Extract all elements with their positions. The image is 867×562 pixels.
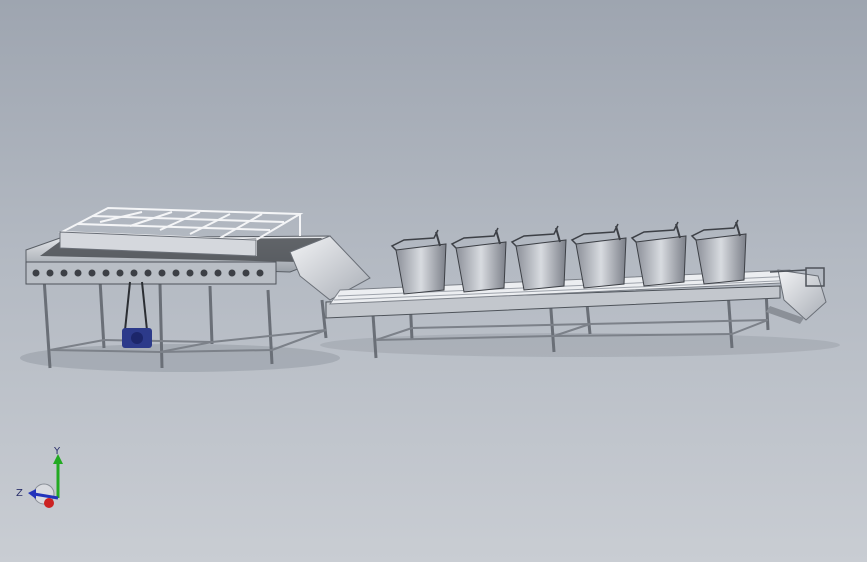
rack-4[interactable] [570, 223, 627, 289]
x-axis-dot [44, 498, 54, 508]
rack-2[interactable] [450, 227, 507, 293]
left-roller-conveyor[interactable] [25, 206, 371, 369]
y-axis-label: Y [53, 446, 61, 457]
drive-motor [122, 281, 152, 348]
y-axis-arrow [53, 454, 63, 498]
orientation-triad[interactable]: Y Z [14, 440, 84, 515]
rack-1[interactable] [390, 229, 447, 295]
z-axis-label: Z [16, 488, 23, 499]
rack-3[interactable] [510, 225, 567, 291]
conveyor-line-model[interactable] [0, 0, 867, 562]
cad-viewport[interactable]: Y Z [0, 0, 867, 562]
